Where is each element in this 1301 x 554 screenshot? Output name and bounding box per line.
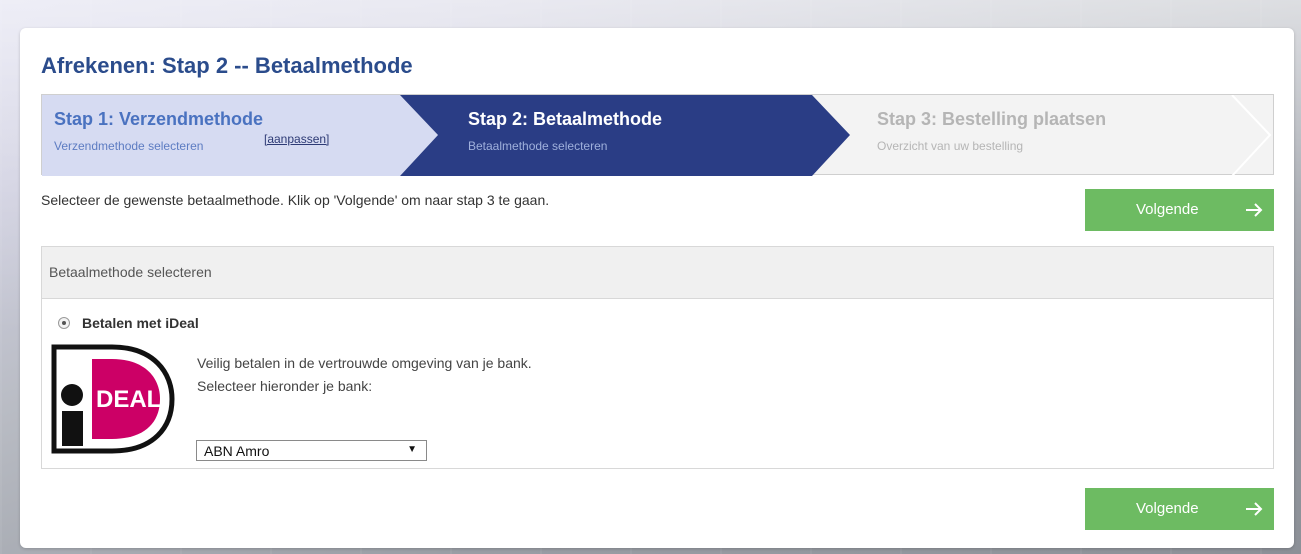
- caret-down-icon: ▼: [407, 444, 417, 455]
- step-2: Stap 2: Betaalmethode Betaalmethode sele…: [468, 109, 662, 155]
- step-1: Stap 1: Verzendmethode Verzendmethode se…: [54, 109, 263, 155]
- instruction-text: Selecteer de gewenste betaalmethode. Kli…: [41, 192, 550, 208]
- next-button-bottom[interactable]: Volgende: [1085, 488, 1274, 530]
- payment-method-panel: Betaalmethode selecteren Betalen met iDe…: [41, 246, 1274, 469]
- edit-shipping-link[interactable]: [aanpassen]: [264, 132, 329, 146]
- step-2-title: Stap 2: Betaalmethode: [468, 109, 663, 129]
- page-title: Afrekenen: Stap 2 -- Betaalmethode: [41, 53, 413, 78]
- step3-chevron: [1231, 95, 1272, 176]
- checkout-steps: Stap 1: Verzendmethode Verzendmethode se…: [41, 94, 1274, 176]
- checkout-card: Afrekenen: Stap 2 -- Betaalmethode Stap …: [20, 28, 1294, 548]
- ideal-option-label: Betalen met iDeal: [82, 315, 199, 331]
- step-3-title: Stap 3: Bestelling plaatsen: [877, 109, 1107, 129]
- step-1-title: Stap 1: Verzendmethode: [54, 109, 264, 129]
- arrow-right-icon: [1246, 203, 1263, 217]
- step-2-subtitle: Betaalmethode selecteren: [468, 139, 608, 153]
- step-3-subtitle: Overzicht van uw bestelling: [877, 139, 1024, 153]
- ideal-logo: DEAL: [51, 344, 175, 454]
- svg-text:DEAL: DEAL: [96, 386, 161, 413]
- ideal-description-line1: Veilig betalen in de vertrouwde omgeving…: [197, 355, 532, 371]
- ideal-radio[interactable]: [58, 317, 70, 329]
- ideal-option[interactable]: Betalen met iDeal: [58, 315, 199, 331]
- next-button-label: Volgende: [1136, 500, 1199, 517]
- step-3: Stap 3: Bestelling plaatsen Overzicht va…: [877, 109, 1106, 155]
- next-button-top[interactable]: Volgende: [1085, 189, 1274, 231]
- bank-select-value: ABN Amro: [204, 443, 270, 459]
- arrow-right-icon: [1246, 502, 1263, 516]
- step-1-subtitle: Verzendmethode selecteren: [54, 139, 204, 153]
- ideal-description-line2: Selecteer hieronder je bank:: [197, 378, 373, 394]
- bank-select[interactable]: ABN Amro ▼: [196, 440, 427, 461]
- next-button-label: Volgende: [1136, 201, 1199, 218]
- panel-header: Betaalmethode selecteren: [42, 247, 1273, 299]
